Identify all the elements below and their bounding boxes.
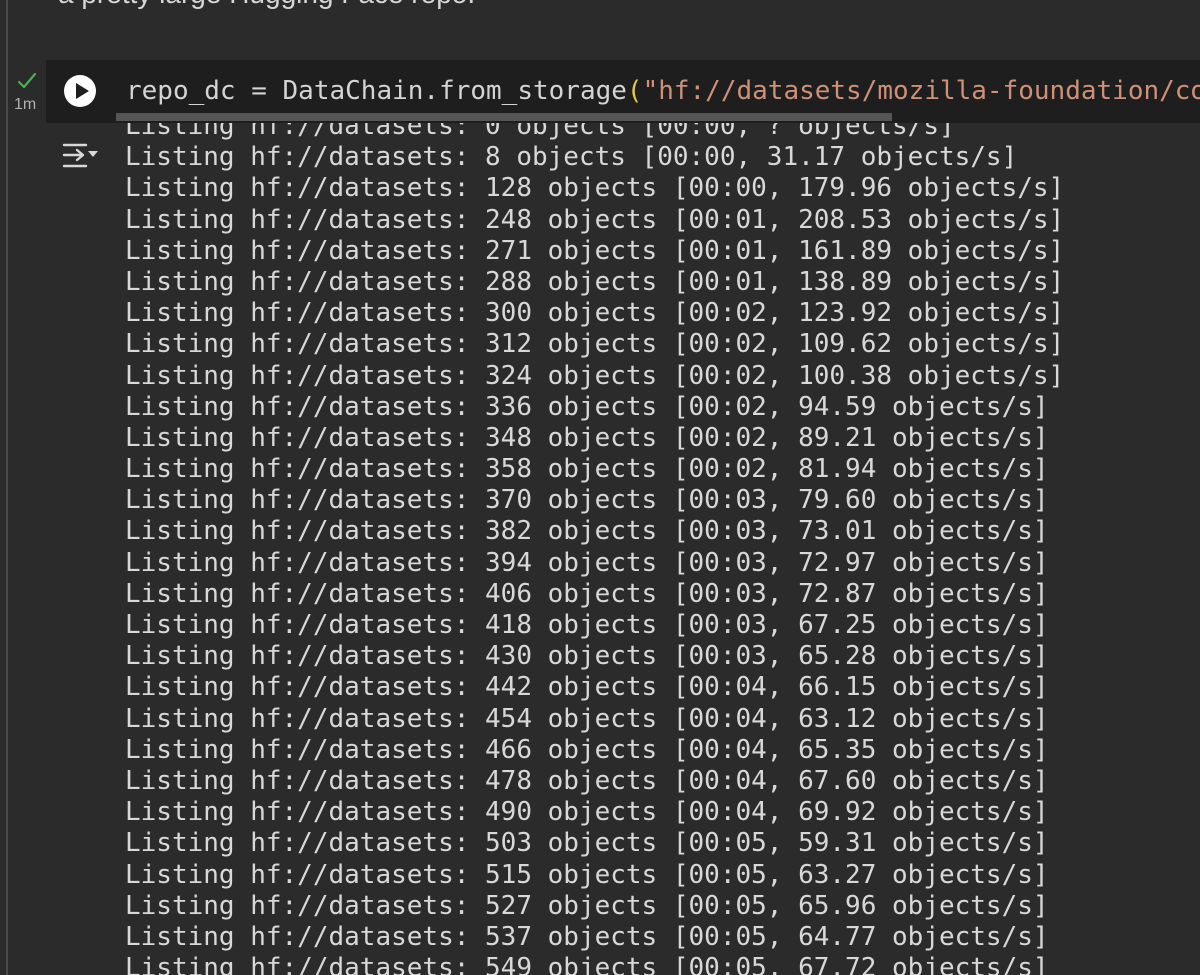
output-line: Listing hf://datasets: 358 objects [00:0…	[125, 454, 1049, 485]
output-log: Listing hf://datasets: 0 objects [00:00,…	[125, 123, 1064, 975]
code-line[interactable]: repo_dc = DataChain.from_storage("hf://d…	[126, 74, 1200, 108]
output-line: Listing hf://datasets: 248 objects [00:0…	[125, 204, 1065, 235]
output-line: Listing hf://datasets: 8 objects [00:00,…	[125, 142, 1018, 173]
output-line: Listing hf://datasets: 503 objects [00:0…	[125, 828, 1049, 859]
output-line: Listing hf://datasets: 382 objects [00:0…	[125, 516, 1049, 547]
output-line: Listing hf://datasets: 271 objects [00:0…	[125, 235, 1065, 266]
output-line: Listing hf://datasets: 454 objects [00:0…	[125, 703, 1049, 734]
run-cell-button[interactable]	[64, 75, 96, 107]
output-line: Listing hf://datasets: 288 objects [00:0…	[125, 266, 1065, 297]
output-line: Listing hf://datasets: 466 objects [00:0…	[125, 734, 1049, 765]
output-line: Listing hf://datasets: 128 objects [00:0…	[125, 173, 1065, 204]
code-token-string: "hf://datasets/mozilla-foundation/common	[642, 76, 1200, 106]
output-line: Listing hf://datasets: 490 objects [00:0…	[125, 797, 1049, 828]
markdown-text-fragment: a pretty large Hugging Face repo.	[58, 0, 475, 10]
output-toggle-icon[interactable]	[60, 139, 102, 173]
checkmark-icon	[17, 72, 37, 89]
output-line: Listing hf://datasets: 370 objects [00:0…	[125, 485, 1049, 516]
play-icon	[76, 83, 89, 99]
output-line: Listing hf://datasets: 527 objects [00:0…	[125, 890, 1049, 921]
output-line: Listing hf://datasets: 348 objects [00:0…	[125, 422, 1049, 453]
code-token-statement: repo_dc = DataChain.from_storage	[126, 76, 627, 106]
output-line: Listing hf://datasets: 394 objects [00:0…	[125, 547, 1049, 578]
output-line: Listing hf://datasets: 324 objects [00:0…	[125, 360, 1065, 391]
execution-time: 1m	[14, 96, 37, 113]
code-token-paren: (	[626, 76, 643, 106]
output-line: Listing hf://datasets: 0 objects [00:00,…	[125, 123, 955, 141]
output-line: Listing hf://datasets: 442 objects [00:0…	[125, 672, 1049, 703]
horizontal-scrollbar[interactable]	[116, 113, 892, 121]
cell-output: Listing hf://datasets: 0 objects [00:00,…	[0, 123, 1200, 975]
output-line: Listing hf://datasets: 406 objects [00:0…	[125, 578, 1049, 609]
output-line: Listing hf://datasets: 515 objects [00:0…	[125, 859, 1049, 890]
output-line: Listing hf://datasets: 312 objects [00:0…	[125, 329, 1065, 360]
code-cell[interactable]: repo_dc = DataChain.from_storage("hf://d…	[46, 60, 1200, 123]
output-line: Listing hf://datasets: 430 objects [00:0…	[125, 641, 1049, 672]
output-line: Listing hf://datasets: 418 objects [00:0…	[125, 610, 1049, 640]
output-line: Listing hf://datasets: 537 objects [00:0…	[125, 921, 1049, 952]
output-line: Listing hf://datasets: 336 objects [00:0…	[125, 391, 1049, 422]
notebook-view: a pretty large Hugging Face repo. 1m rep…	[0, 0, 1200, 975]
output-line: Listing hf://datasets: 478 objects [00:0…	[125, 765, 1049, 796]
output-line: Listing hf://datasets: 549 objects [00:0…	[125, 953, 1049, 975]
output-line: Listing hf://datasets: 300 objects [00:0…	[125, 298, 1065, 329]
